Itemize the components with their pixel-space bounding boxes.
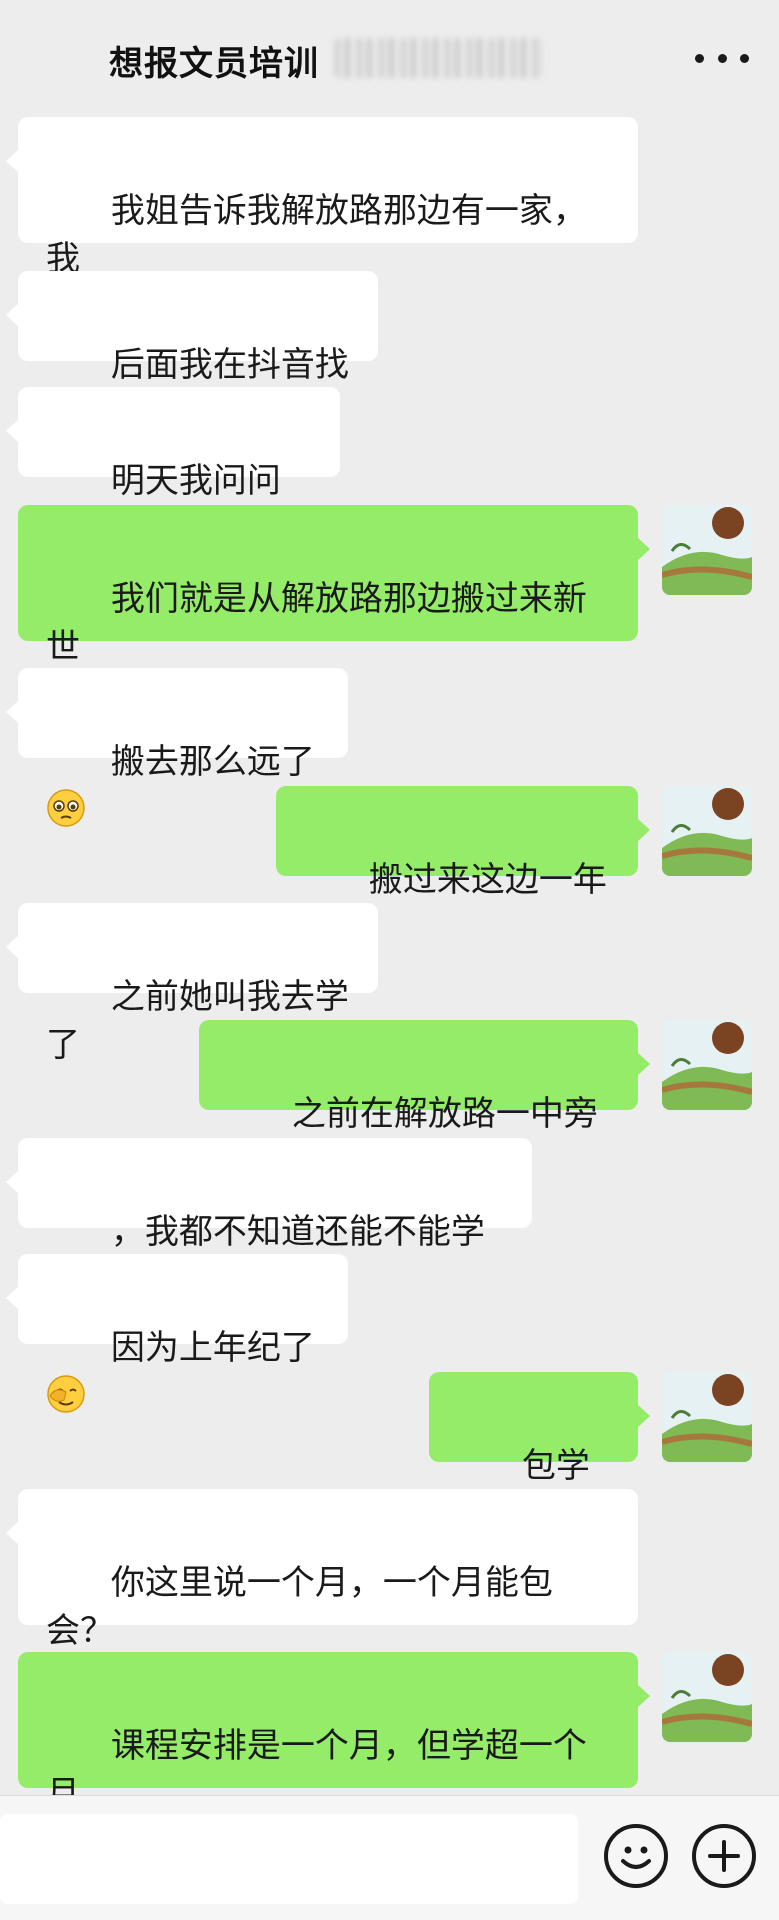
facepalm-emoji (46, 1374, 86, 1414)
message-bubble-incoming[interactable]: 搬去那么远了 (6, 668, 348, 827)
avatar[interactable] (662, 505, 752, 595)
plus-circle-icon[interactable] (692, 1824, 756, 1888)
message-text: 因为上年纪了 (110, 1328, 315, 1368)
message-text: 你这里说一个月，一个月能包会？ (46, 1563, 553, 1651)
more-dots-icon[interactable] (695, 38, 749, 78)
input-bar (0, 1795, 779, 1920)
message-bubble-incoming[interactable]: ，我都不知道还能不能学会 (6, 1138, 532, 1300)
message-bubble-incoming[interactable]: 我姐告诉我解放路那边有一家，我 没问她要联系方式 (6, 117, 638, 327)
avatar[interactable] (662, 786, 752, 876)
blurred-title-suffix (334, 38, 544, 78)
message-bubble-incoming[interactable]: 你这里说一个月，一个月能包会？ (6, 1489, 638, 1696)
message-bubble-outgoing[interactable]: 我们就是从解放路那边搬过来新世 界的 (18, 505, 650, 715)
message-bubble-incoming[interactable]: 后面我在抖音找的 (6, 271, 378, 433)
chat-window: 想报文员培训 我姐告诉我解放路那边有一家，我 没问她要联系方式 后面我在抖音找的… (0, 0, 779, 1920)
message-bubble-incoming[interactable]: 之前她叫我去学了 (6, 903, 378, 1065)
avatar[interactable] (662, 1372, 752, 1462)
message-bubble-outgoing[interactable]: 之前在解放路一中旁的 (199, 1020, 650, 1182)
message-bubble-outgoing[interactable]: 搬过来这边一年了 (276, 786, 650, 948)
pleading-face-emoji (46, 788, 86, 828)
message-bubble-outgoing[interactable]: 课程安排是一个月，但学超一个月 没关系，包学会 (18, 1652, 650, 1862)
message-bubble-incoming[interactable]: 因为上年纪了 (6, 1254, 348, 1413)
chat-header: 想报文员培训 (0, 0, 779, 116)
message-text: 搬去那么远了 (110, 742, 315, 782)
message-bubble-outgoing[interactable]: 包学会的 (429, 1372, 650, 1534)
message-input[interactable] (0, 1814, 578, 1904)
avatar[interactable] (662, 1652, 752, 1742)
message-bubble-incoming[interactable]: 明天我问问她先 (6, 387, 340, 549)
chat-title: 想报文员培训 (109, 44, 319, 84)
smiley-icon[interactable] (604, 1824, 668, 1888)
avatar[interactable] (662, 1020, 752, 1110)
